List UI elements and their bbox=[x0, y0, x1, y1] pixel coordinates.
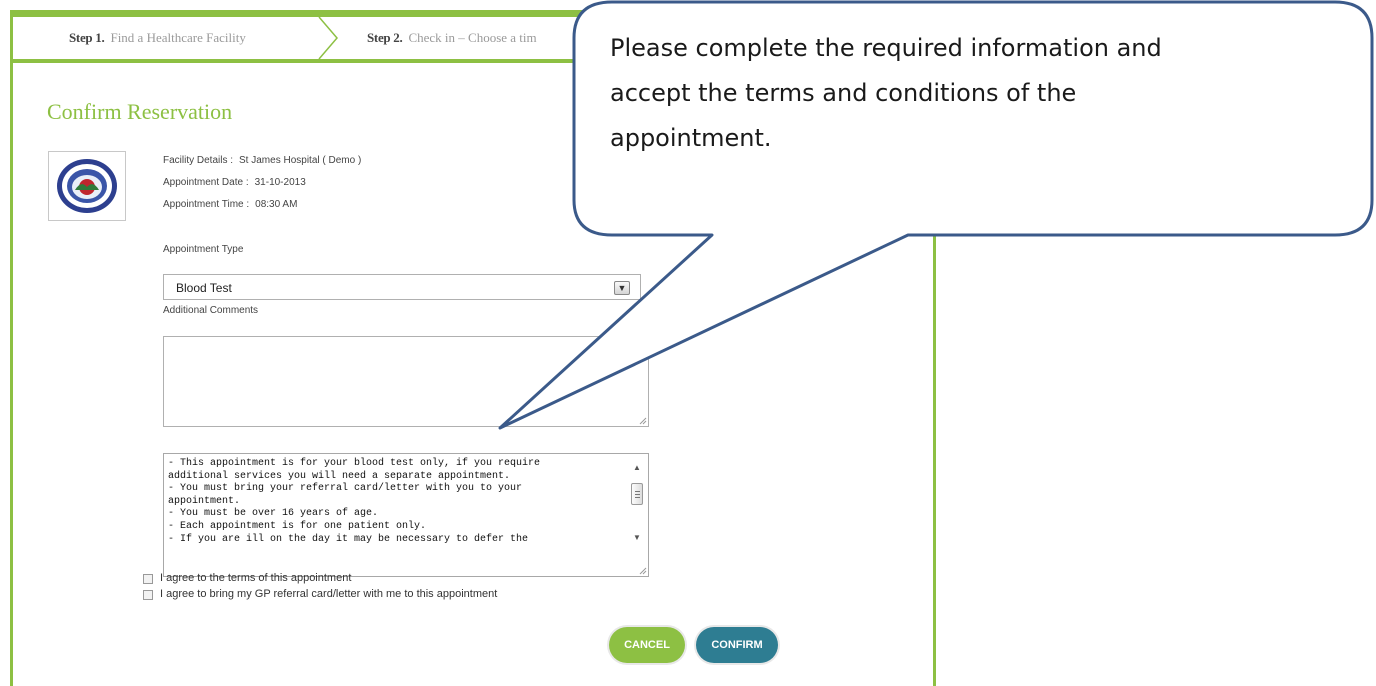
callout-line: Please complete the required information… bbox=[610, 34, 1162, 62]
callout-line: appointment. bbox=[610, 124, 772, 152]
callout-text: Please complete the required information… bbox=[610, 26, 1340, 161]
callout-line: accept the terms and conditions of the bbox=[610, 79, 1077, 107]
